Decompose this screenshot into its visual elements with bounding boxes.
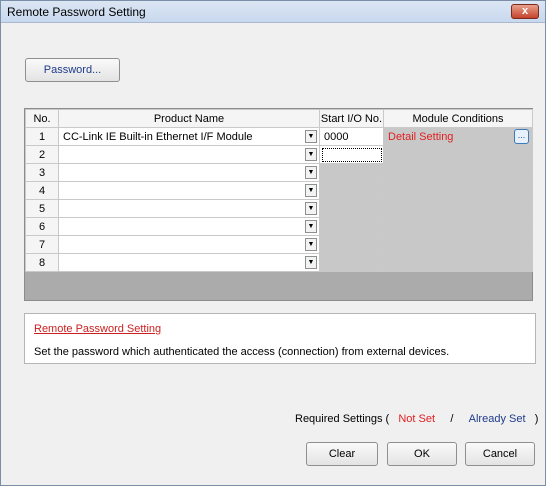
product-name-select[interactable]: ▼ [58,217,320,236]
dropdown-arrow-icon[interactable]: ▼ [305,256,317,269]
module-conditions-cell [383,253,533,272]
title-bar: Remote Password Setting x [1,1,545,23]
table-row: 4 ▼ [25,181,533,200]
module-table: No. Product Name Start I/O No. Module Co… [25,109,533,272]
start-io-input [319,217,384,236]
row-number: 6 [25,217,59,236]
header-start-io: Start I/O No. [319,109,384,128]
legend-suffix: ) [534,413,539,425]
row-number: 5 [25,199,59,218]
table-row: 7 ▼ [25,235,533,254]
module-conditions-cell [383,199,533,218]
legend-not-set: Not Set [398,413,436,425]
row-number: 1 [25,127,59,146]
product-name-select[interactable]: CC-Link IE Built-in Ethernet I/F Module ▼ [58,127,320,146]
product-name-select[interactable]: ▼ [58,145,320,164]
module-conditions-cell [383,235,533,254]
dropdown-arrow-icon[interactable]: ▼ [305,130,317,143]
password-button[interactable]: Password... [25,58,120,82]
dropdown-arrow-icon[interactable]: ▼ [305,148,317,161]
legend-prefix: Required Settings ( [295,413,390,425]
start-io-input [319,199,384,218]
module-conditions-cell [383,181,533,200]
table-row: 5 ▼ [25,199,533,218]
row-number: 8 [25,253,59,272]
dropdown-arrow-icon[interactable]: ▼ [305,184,317,197]
module-grid: No. Product Name Start I/O No. Module Co… [24,108,533,301]
table-row: 8 ▼ [25,253,533,272]
start-io-input[interactable] [319,145,384,164]
dropdown-arrow-icon[interactable]: ▼ [305,220,317,233]
legend-separator: / [450,413,454,425]
product-name-select[interactable]: ▼ [58,253,320,272]
row-number: 7 [25,235,59,254]
product-name-select[interactable]: ▼ [58,181,320,200]
start-io-input [319,181,384,200]
module-conditions-cell: Detail Setting... [383,127,533,146]
legend-already-set: Already Set [468,413,526,425]
header-product-name: Product Name [58,109,320,128]
module-conditions-cell [383,145,533,164]
ok-button[interactable]: OK [387,442,457,466]
header-no: No. [25,109,59,128]
cancel-button[interactable]: Cancel [465,442,535,466]
table-row: 1 CC-Link IE Built-in Ethernet I/F Modul… [25,127,533,146]
close-button[interactable]: x [511,4,539,19]
dropdown-arrow-icon[interactable]: ▼ [305,238,317,251]
header-module-conditions: Module Conditions [383,109,533,128]
module-conditions-cell [383,163,533,182]
start-io-input [319,253,384,272]
description-text: Set the password which authenticated the… [34,346,450,358]
table-header-row: No. Product Name Start I/O No. Module Co… [25,109,533,128]
product-name-select[interactable]: ▼ [58,235,320,254]
row-number: 3 [25,163,59,182]
start-io-input [319,163,384,182]
dialog-title: Remote Password Setting [7,5,146,19]
table-row: 3 ▼ [25,163,533,182]
product-name-select[interactable]: ▼ [58,163,320,182]
module-conditions-cell [383,217,533,236]
start-io-input[interactable]: 0000 [319,127,384,146]
description-panel: Remote Password Setting Set the password… [24,313,536,364]
clear-button[interactable]: Clear [306,442,378,466]
detail-setting-label: Detail Setting [388,130,454,143]
product-name-select[interactable]: ▼ [58,199,320,218]
remote-password-dialog: Remote Password Setting x Password... No… [0,0,546,486]
table-row: 2 ▼ [25,145,533,164]
description-title-link[interactable]: Remote Password Setting [34,323,161,335]
row-number: 2 [25,145,59,164]
table-row: 6 ▼ [25,217,533,236]
product-name-value: CC-Link IE Built-in Ethernet I/F Module [63,130,253,143]
dropdown-arrow-icon[interactable]: ▼ [305,202,317,215]
ellipsis-button[interactable]: ... [514,129,529,144]
required-settings-legend: Required Settings ( Not Set / Already Se… [295,413,538,425]
dropdown-arrow-icon[interactable]: ▼ [305,166,317,179]
start-io-input [319,235,384,254]
row-number: 4 [25,181,59,200]
